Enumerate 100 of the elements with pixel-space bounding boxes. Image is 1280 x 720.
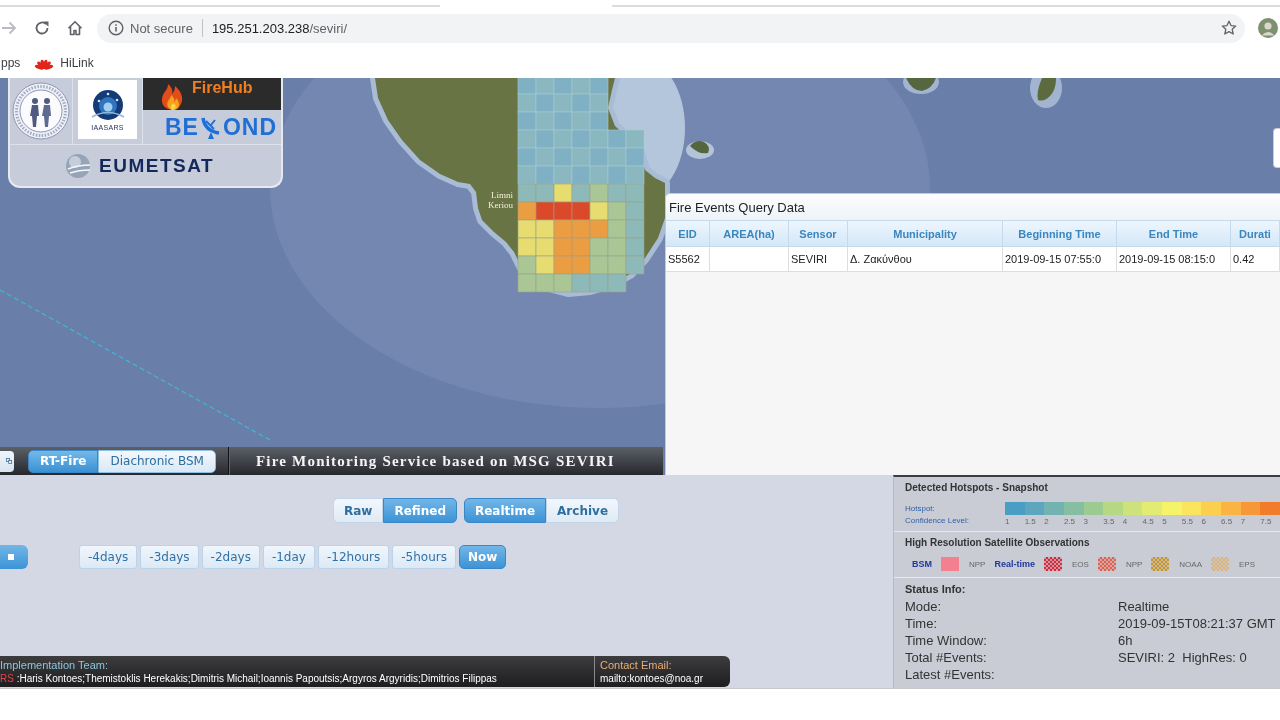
hotspot-cell: [535, 183, 555, 203]
legend-group-label: BSM: [912, 559, 932, 569]
avatar-icon[interactable]: [1258, 18, 1278, 38]
hotspot-cell: [625, 255, 645, 275]
island: [686, 141, 714, 159]
table-cell: 0.42: [1231, 247, 1280, 272]
status-label: Mode:: [905, 598, 943, 615]
column-header[interactable]: EID: [666, 220, 710, 247]
scale-label: 4: [1122, 517, 1129, 526]
map-label: Limni: [491, 190, 513, 200]
stop-button[interactable]: [0, 545, 28, 569]
home-icon[interactable]: [67, 20, 83, 36]
legend-label: Confidence Level:: [905, 516, 971, 525]
scale-label: 4.5: [1142, 517, 1155, 526]
time-button[interactable]: -2days: [201, 545, 260, 569]
star-icon[interactable]: [1221, 20, 1237, 36]
hotspot-cell: [589, 183, 609, 203]
hotspot-cell: [607, 183, 627, 203]
team-heading: Implementation Team:: [0, 659, 110, 672]
scale-label: 5: [1162, 517, 1168, 526]
time-button[interactable]: -4days: [79, 545, 138, 569]
hotspot-cell: [589, 273, 609, 293]
hotspot-cell: [517, 183, 537, 203]
info-icon[interactable]: [108, 20, 124, 36]
side-button[interactable]: [0, 450, 14, 472]
hotspot-cell: [517, 273, 537, 293]
hotspot-cell: [625, 183, 645, 203]
hotspot-cell: [517, 255, 537, 275]
status-value: Realtime: [1118, 598, 1171, 615]
hotspot-cell: [553, 237, 573, 257]
column-header[interactable]: Beginning Time: [1003, 220, 1117, 247]
hotspot-cell: [571, 219, 591, 239]
scale-label: 7: [1240, 517, 1247, 526]
column-header[interactable]: AREA(ha): [710, 220, 789, 247]
hotspot-cell: [535, 219, 555, 239]
table-cell: SEVIRI: [789, 247, 848, 272]
table-cell: S5562: [666, 247, 710, 272]
hotspot-cell: [517, 219, 537, 239]
hotspot-cell: [553, 273, 573, 293]
tab[interactable]: Diachronic BSM: [98, 449, 216, 473]
status-value: SEVIRI: 2 HighRes: 0: [1118, 649, 1248, 666]
hotspot-cell: [607, 237, 627, 257]
legend-group-label: Real-time: [994, 559, 1035, 569]
hotspot-cell: [535, 255, 555, 275]
status-label: Latest #Events:: [905, 666, 996, 683]
security-label: Not secure: [130, 20, 193, 36]
status-label: Total #Events:: [905, 649, 988, 666]
time-button[interactable]: -3days: [140, 545, 199, 569]
legend-title: Detected Hotspots - Snapshot: [905, 482, 1049, 493]
toggle-button[interactable]: Archive: [546, 498, 619, 523]
hotspot-cell: [553, 219, 573, 239]
legend-item-label: NPP: [1125, 559, 1143, 569]
contact-email: mailto:kontoes@noa.gr: [600, 672, 703, 686]
logo-text: OND: [222, 113, 277, 141]
seal-icon: [12, 82, 70, 140]
hotspot-cell: [571, 201, 591, 221]
time-button[interactable]: Now: [459, 545, 507, 569]
map-label: Keriou: [488, 200, 513, 210]
toggle-button[interactable]: Raw: [333, 498, 384, 523]
logo-text: EUMETSAT: [99, 154, 215, 177]
status-title: Status Info:: [905, 583, 967, 595]
hotspot-cell: [553, 183, 573, 203]
time-button[interactable]: -1day: [262, 545, 315, 569]
hotspot-cell: [625, 201, 645, 221]
table-cell: 2019-09-15 08:15:0: [1117, 247, 1231, 272]
hotspot-cell: [517, 237, 537, 257]
legend-item-label: NOAA: [1179, 559, 1202, 569]
app-title: Fire Monitoring Service based on MSG SEVIRI: [256, 452, 615, 470]
logo-text: BE: [164, 113, 199, 141]
scale-label: 7.5: [1260, 517, 1273, 526]
toggle-button[interactable]: Realtime: [464, 498, 547, 523]
legend-item-label: NPP: [969, 559, 986, 569]
column-header[interactable]: Sensor: [789, 220, 848, 247]
scale-label: 6: [1201, 517, 1207, 526]
bookmark-link[interactable]: HiLink: [35, 56, 94, 70]
scale-label: 2: [1044, 517, 1050, 526]
column-header[interactable]: Durati: [1231, 220, 1280, 247]
address-bar[interactable]: Not secure 195.251.203.238/seviri/: [97, 13, 1245, 43]
column-header[interactable]: Municipality: [848, 220, 1003, 247]
hotspot-cell: [553, 201, 573, 221]
planet-icon: [89, 88, 126, 123]
table-cell: Δ. Ζακύνθου: [848, 247, 1003, 272]
toggle-button[interactable]: Refined: [383, 498, 457, 523]
hotspot-cell: [553, 255, 573, 275]
column-header[interactable]: End Time: [1117, 220, 1231, 247]
panel-title: Fire Events Query Data: [669, 199, 805, 215]
tab[interactable]: RT-Fire: [28, 449, 99, 473]
time-button[interactable]: -5hours: [392, 545, 456, 569]
hotspot-cell: [571, 183, 591, 203]
time-button[interactable]: -12hours: [317, 545, 390, 569]
window-icon: [6, 457, 12, 465]
hotspot-cell: [571, 255, 591, 275]
scale-label: 2.5: [1063, 517, 1077, 526]
legend-item-label: EOS: [1071, 559, 1089, 569]
contact-heading: Contact Email:: [600, 659, 673, 672]
bookmark-link[interactable]: pps: [1, 56, 21, 70]
scale-label: 5.5: [1181, 517, 1194, 526]
reload-icon[interactable]: [34, 20, 50, 36]
legend-item-label: EPS: [1239, 559, 1255, 569]
url-text: 195.251.203.238/seviri/: [211, 20, 348, 36]
